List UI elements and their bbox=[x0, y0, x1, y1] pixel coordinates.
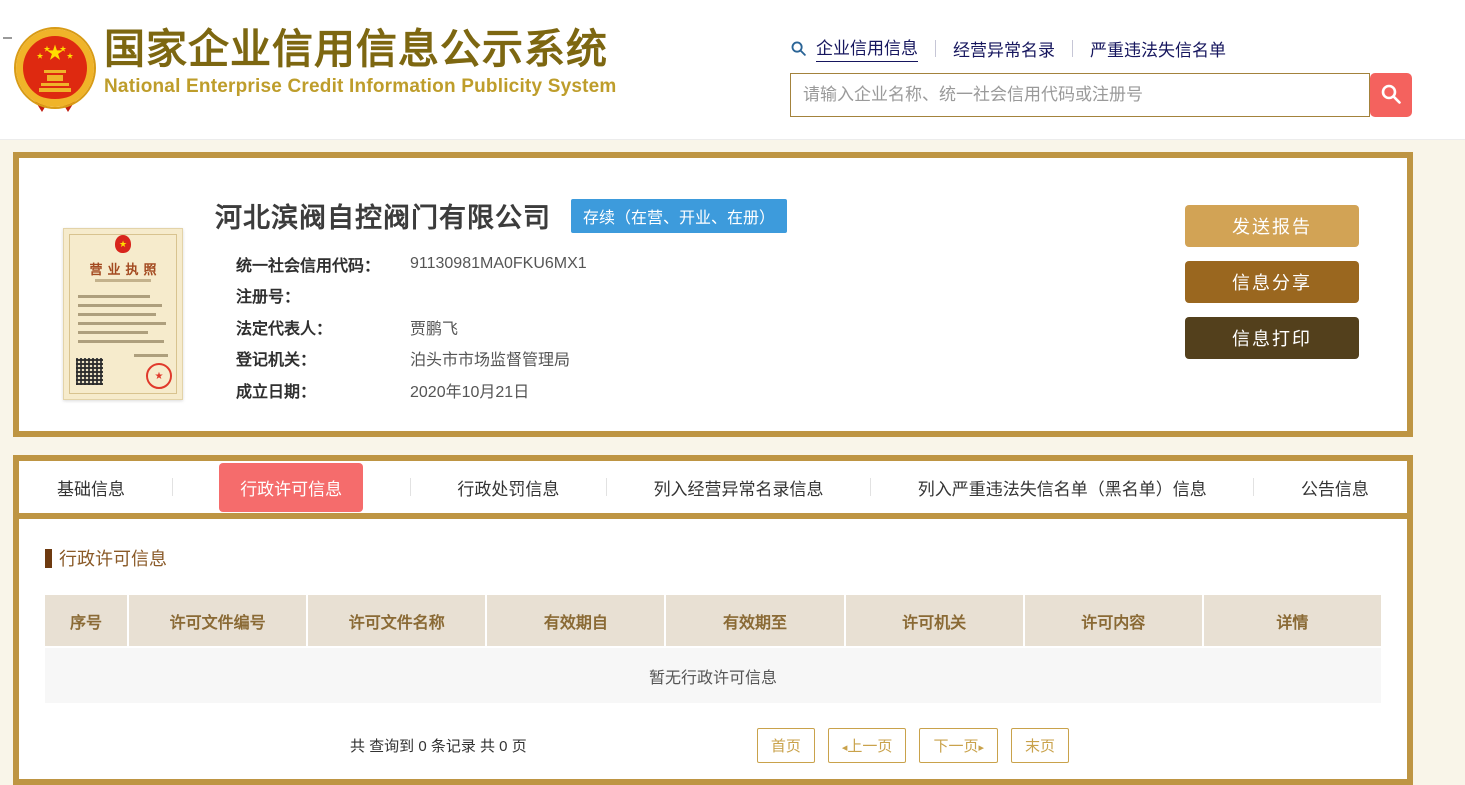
license-title: 营业执照 bbox=[89, 262, 162, 277]
header-right: 企业信用信息 经营异常名录 严重违法失信名单 bbox=[790, 34, 1412, 117]
column-header-license-number: 许可文件编号 bbox=[129, 595, 307, 646]
section-title: 行政许可信息 bbox=[45, 545, 1381, 571]
column-header-index: 序号 bbox=[45, 595, 127, 646]
last-page-button[interactable]: 末页 bbox=[1010, 728, 1069, 763]
site-title-en: National Enterprise Credit Information P… bbox=[104, 76, 617, 98]
pagination-buttons: 首页 ◂上一页 下一页▸ 末页 bbox=[756, 728, 1069, 763]
info-row-legal-representative: 法定代表人： 贾鹏飞 bbox=[236, 311, 787, 343]
search-bar bbox=[790, 73, 1412, 117]
right-arrow-icon: ▸ bbox=[978, 742, 984, 754]
section-title-text: 行政许可信息 bbox=[59, 549, 167, 569]
nav-separator bbox=[1072, 39, 1073, 57]
next-page-label: 下一页 bbox=[933, 738, 979, 755]
page-artifact-dash bbox=[3, 37, 12, 39]
field-value: 91130981MA0FKU6MX1 bbox=[410, 254, 587, 272]
prev-page-button[interactable]: ◂上一页 bbox=[827, 728, 907, 763]
record-count-summary: 共 查询到 0 条记录 共 0 页 bbox=[350, 738, 527, 755]
info-row-registration-authority: 登记机关： 泊头市市场监督管理局 bbox=[236, 343, 787, 375]
send-report-button[interactable]: 发送报告 bbox=[1185, 205, 1359, 247]
first-page-button[interactable]: 首页 bbox=[756, 728, 815, 763]
pagination: 共 查询到 0 条记录 共 0 页 首页 ◂上一页 下一页▸ 末页 bbox=[45, 728, 1381, 763]
tab-administrative-license[interactable]: 行政许可信息 bbox=[219, 462, 364, 512]
tab-bar: 基础信息 行政许可信息 行政处罚信息 列入经营异常名录信息 列入严重违法失信名单… bbox=[19, 461, 1407, 513]
national-emblem-logo bbox=[14, 26, 96, 119]
tab-separator bbox=[409, 478, 411, 496]
field-value: 贾鹏飞 bbox=[410, 320, 459, 338]
tab-separator bbox=[605, 478, 607, 496]
license-text-line bbox=[134, 354, 168, 357]
share-info-button[interactable]: 信息分享 bbox=[1185, 261, 1359, 303]
license-text-line bbox=[78, 322, 166, 325]
qr-code bbox=[76, 358, 103, 385]
license-text-line bbox=[78, 313, 156, 316]
red-seal-icon: ★ bbox=[146, 363, 172, 389]
column-header-details: 详情 bbox=[1203, 595, 1381, 646]
license-text-line bbox=[78, 304, 162, 307]
nav-link-abnormal-operations[interactable]: 经营异常名录 bbox=[953, 36, 1055, 61]
action-buttons: 发送报告 信息分享 信息打印 bbox=[1185, 205, 1359, 359]
tab-separator bbox=[171, 478, 173, 496]
column-header-license-authority: 许可机关 bbox=[845, 595, 1023, 646]
next-page-button[interactable]: 下一页▸ bbox=[919, 728, 998, 763]
info-row-establish-date: 成立日期： 2020年10月21日 bbox=[236, 374, 787, 406]
company-summary-panel: ★ 营业执照 ★ 河北滨阀自控阀门有限公司 存续（在营、开业、在册） 统一社会信… bbox=[13, 152, 1413, 437]
business-license-image: ★ 营业执照 ★ bbox=[63, 228, 183, 400]
company-name: 河北滨阀自控阀门有限公司 bbox=[215, 203, 551, 233]
field-label: 成立日期： bbox=[236, 383, 317, 401]
detail-panel: 基础信息 行政许可信息 行政处罚信息 列入经营异常名录信息 列入严重违法失信名单… bbox=[13, 455, 1413, 785]
license-emblem-icon: ★ bbox=[115, 235, 131, 253]
tab-abnormal-operations-list[interactable]: 列入经营异常名录信息 bbox=[654, 475, 824, 500]
search-icon bbox=[790, 40, 807, 57]
search-icon bbox=[1379, 82, 1403, 109]
field-value: 泊头市市场监督管理局 bbox=[410, 352, 571, 370]
license-text-line bbox=[78, 331, 148, 334]
prev-page-label: 上一页 bbox=[847, 738, 893, 755]
tab-announcements[interactable]: 公告信息 bbox=[1301, 475, 1369, 500]
site-title-zh: 国家企业信用信息公示系统 bbox=[104, 26, 608, 72]
company-info-list: 统一社会信用代码： 91130981MA0FKU6MX1 注册号： 法定代表人：… bbox=[236, 248, 787, 406]
print-info-button[interactable]: 信息打印 bbox=[1185, 317, 1359, 359]
tab-content: 行政许可信息 序号 许可文件编号 许可文件名称 有效期自 有效期至 许可机关 许… bbox=[19, 519, 1407, 763]
column-header-license-name: 许可文件名称 bbox=[308, 595, 486, 646]
license-text-line bbox=[78, 340, 164, 343]
license-subline bbox=[95, 279, 151, 282]
column-header-license-content: 许可内容 bbox=[1024, 595, 1202, 646]
column-header-valid-to: 有效期至 bbox=[666, 595, 844, 646]
table-header-row: 序号 许可文件编号 许可文件名称 有效期自 有效期至 许可机关 许可内容 详情 bbox=[45, 595, 1381, 646]
field-label: 登记机关： bbox=[236, 352, 317, 370]
nav-separator bbox=[935, 39, 936, 57]
section-title-bar bbox=[45, 548, 52, 568]
nav-link-enterprise-credit[interactable]: 企业信用信息 bbox=[816, 34, 918, 62]
tab-serious-violation-blacklist[interactable]: 列入严重违法失信名单（黑名单）信息 bbox=[918, 475, 1207, 500]
field-label: 法定代表人： bbox=[236, 320, 333, 338]
search-input[interactable] bbox=[790, 73, 1370, 117]
site-header: 国家企业信用信息公示系统 National Enterprise Credit … bbox=[0, 0, 1465, 140]
field-label: 注册号： bbox=[236, 289, 301, 307]
field-label: 统一社会信用代码： bbox=[236, 257, 381, 275]
license-table: 序号 许可文件编号 许可文件名称 有效期自 有效期至 许可机关 许可内容 详情 … bbox=[45, 595, 1381, 703]
column-header-valid-from: 有效期自 bbox=[487, 595, 665, 646]
tab-administrative-penalty[interactable]: 行政处罚信息 bbox=[457, 475, 559, 500]
search-button[interactable] bbox=[1370, 73, 1412, 117]
company-main: 河北滨阀自控阀门有限公司 存续（在营、开业、在册） 统一社会信用代码： 9113… bbox=[215, 196, 788, 406]
site-titles: 国家企业信用信息公示系统 National Enterprise Credit … bbox=[104, 26, 617, 98]
tab-separator bbox=[870, 478, 872, 496]
tab-separator bbox=[1253, 478, 1255, 496]
nav-link-serious-violation[interactable]: 严重违法失信名单 bbox=[1090, 36, 1226, 61]
field-value: 2020年10月21日 bbox=[410, 383, 530, 401]
info-row-registration-number: 注册号： bbox=[236, 280, 787, 312]
status-badge: 存续（在营、开业、在册） bbox=[571, 198, 788, 233]
empty-state-row: 暂无行政许可信息 bbox=[45, 648, 1381, 703]
info-row-credit-code: 统一社会信用代码： 91130981MA0FKU6MX1 bbox=[236, 248, 787, 280]
top-nav: 企业信用信息 经营异常名录 严重违法失信名单 bbox=[790, 34, 1412, 62]
license-text-line bbox=[78, 295, 150, 298]
tab-basic-info[interactable]: 基础信息 bbox=[57, 475, 125, 500]
